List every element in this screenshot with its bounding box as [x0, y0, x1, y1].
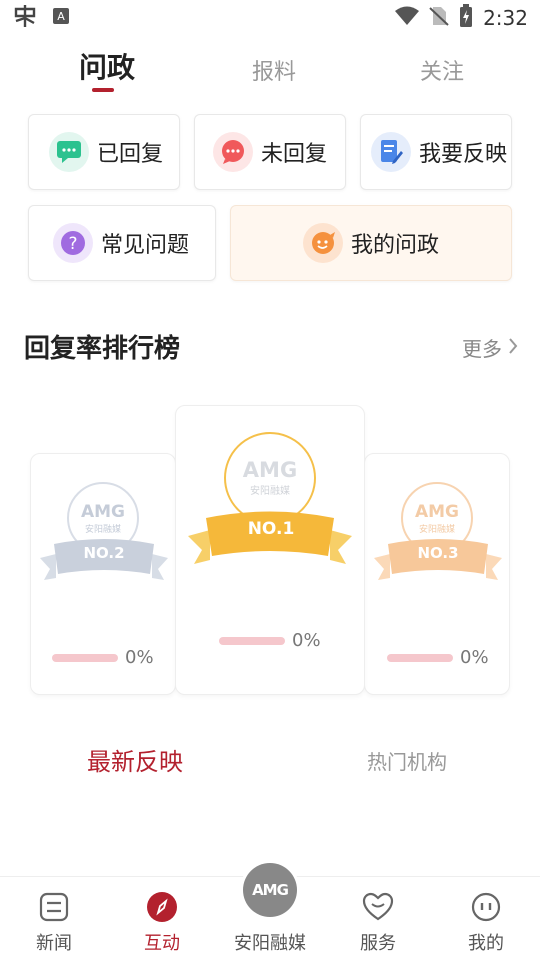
- edit-document-icon: [371, 132, 411, 172]
- app-notification-icon: [12, 3, 38, 33]
- nav-news[interactable]: 新闻: [14, 891, 94, 955]
- rank-2-progress: [52, 654, 118, 662]
- replied-chat-icon: [49, 132, 89, 172]
- no-sim-icon: [429, 5, 449, 32]
- replied-button[interactable]: 已回复: [28, 114, 180, 190]
- nav-anyang-media-label: 安阳融媒: [234, 933, 306, 954]
- status-bar: A 2:32: [0, 0, 540, 36]
- smiley-chat-icon: [302, 223, 343, 263]
- unreplied-label: 未回复: [261, 142, 328, 167]
- rank-2-label: NO.2: [83, 544, 125, 562]
- rank-card-1[interactable]: AMG 安阳融媒 NO.1 0%: [175, 405, 365, 695]
- chevron-right-icon: [508, 336, 518, 360]
- nav-mine[interactable]: 我的: [446, 891, 526, 955]
- replied-label: 已回复: [97, 142, 164, 167]
- rank-2-percent: 0%: [125, 647, 154, 668]
- ranking-title: 回复率排行榜: [24, 334, 181, 364]
- feedback-button[interactable]: 我要反映: [360, 114, 512, 190]
- my-inquiry-label: 我的问政: [350, 233, 439, 258]
- keyboard-notification-icon: A: [52, 7, 70, 29]
- nav-interaction-label: 互动: [144, 933, 180, 954]
- rank-1-progress: [219, 637, 285, 645]
- battery-charging-icon: [459, 3, 473, 33]
- status-time: 2:32: [483, 6, 528, 30]
- active-tab-indicator: [92, 88, 114, 92]
- nav-services[interactable]: 服务: [338, 891, 418, 955]
- tab-latest-feedback[interactable]: 最新反映: [87, 742, 183, 777]
- svg-text:A: A: [57, 10, 65, 23]
- tab-wenzheng[interactable]: 问政: [47, 46, 167, 86]
- svg-text:?: ?: [68, 234, 77, 254]
- news-icon: [38, 891, 70, 923]
- faq-label: 常见问题: [101, 233, 190, 258]
- tab-hot-institutions[interactable]: 热门机构: [367, 746, 447, 775]
- unreplied-chat-icon: [213, 132, 253, 172]
- rank-card-3[interactable]: AMG 安阳融媒 NO.3 0%: [364, 453, 510, 695]
- heart-icon: [362, 891, 394, 923]
- faq-button[interactable]: ? 常见问题: [28, 205, 216, 281]
- rank-1-percent: 0%: [292, 630, 321, 651]
- nav-services-label: 服务: [360, 933, 396, 954]
- wifi-icon: [395, 6, 420, 31]
- nav-mine-label: 我的: [468, 933, 504, 954]
- my-inquiry-button[interactable]: 我的问政: [230, 205, 512, 281]
- top-tab-bar: 问政 报料 关注: [0, 44, 540, 100]
- rank-3-progress: [387, 654, 453, 662]
- bottom-nav: 新闻 互动 AMG 安阳融媒 服务 我的: [0, 863, 540, 960]
- tab-guanzhu[interactable]: 关注: [382, 54, 502, 86]
- more-label: 更多: [462, 337, 502, 361]
- compass-icon: [146, 891, 178, 923]
- rank-1-label: NO.1: [247, 519, 295, 539]
- rank-3-label: NO.3: [417, 544, 459, 562]
- question-icon: ?: [53, 223, 93, 263]
- nav-news-label: 新闻: [36, 933, 72, 954]
- rank-1-ribbon: [188, 511, 352, 564]
- nav-interaction[interactable]: 互动: [122, 891, 202, 955]
- profile-face-icon: [470, 891, 502, 923]
- more-link[interactable]: 更多: [462, 333, 518, 362]
- rank-card-2[interactable]: AMG 安阳融媒 NO.2 0%: [30, 453, 176, 695]
- feedback-label: 我要反映: [419, 142, 508, 167]
- anyang-media-logo[interactable]: AMG: [243, 863, 297, 917]
- nav-anyang-media[interactable]: 安阳融媒: [230, 929, 310, 955]
- tab-baoliao[interactable]: 报料: [214, 54, 334, 86]
- unreplied-button[interactable]: 未回复: [194, 114, 346, 190]
- rank-3-percent: 0%: [460, 647, 489, 668]
